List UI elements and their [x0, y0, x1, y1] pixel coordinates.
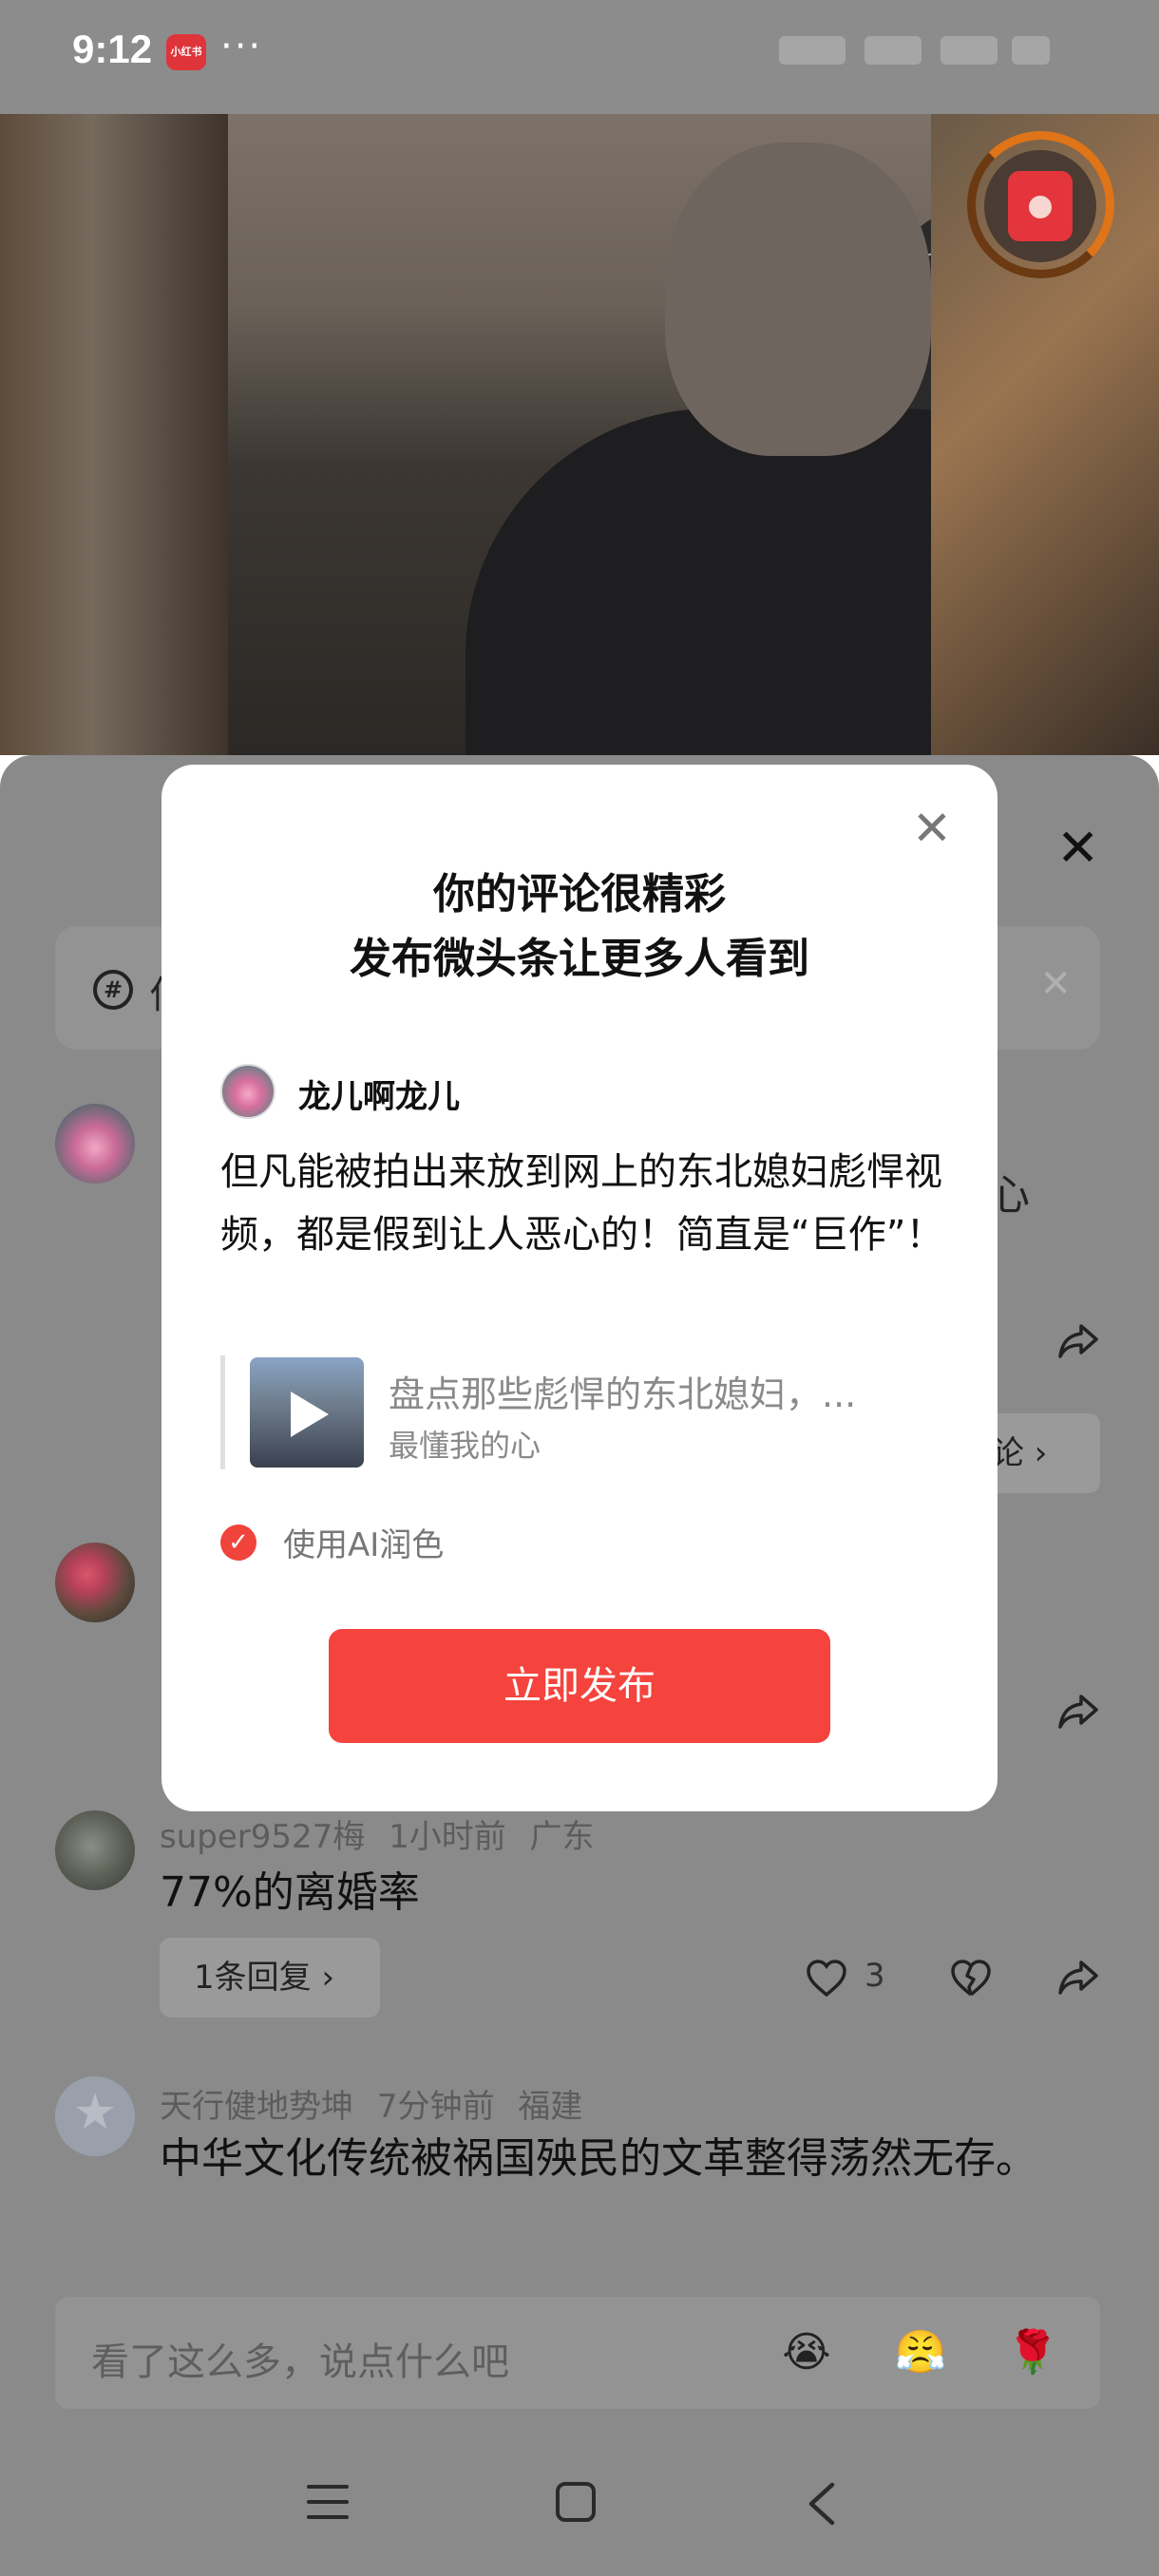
comment-meta: 天行健地势坤 7分钟前 福建	[160, 2080, 582, 2127]
rose-emoji-icon[interactable]: 🌹	[1001, 2321, 1064, 2384]
comment-location: 广东	[529, 1818, 595, 1856]
status-time: 9:12	[72, 27, 153, 71]
comment-username[interactable]: 天行健地势坤	[160, 2088, 353, 2126]
quoted-video[interactable]: 盘点那些彪悍的东北媳妇，... 最懂我的心	[220, 1355, 923, 1469]
crying-emoji-icon[interactable]: 😭	[775, 2321, 838, 2384]
publish-button[interactable]: 立即发布	[329, 1629, 830, 1743]
avatar[interactable]: ★	[55, 2076, 135, 2156]
avatar[interactable]	[55, 1810, 135, 1890]
comment-time: 1小时前	[389, 1818, 506, 1856]
ai-polish-label: 使用AI润色	[283, 1526, 445, 1564]
app-notification-icon: 小红书	[166, 34, 206, 70]
modal-username: 龙儿啊龙儿	[298, 1078, 460, 1116]
system-nav-bar	[0, 2432, 1159, 2576]
default-avatar-icon: ★	[72, 2084, 118, 2141]
angry-emoji-icon[interactable]: 😤	[889, 2321, 952, 2384]
comment-text: 77%的离婚率	[160, 1868, 420, 1917]
close-icon[interactable]: ✕	[1056, 823, 1099, 874]
status-indicators	[779, 27, 1064, 74]
modal-subtitle: 发布微头条让更多人看到	[350, 935, 809, 983]
share-icon[interactable]	[1056, 1693, 1100, 1731]
person-head	[665, 142, 931, 456]
video-thumbnail	[250, 1357, 364, 1468]
avatar[interactable]	[55, 1543, 135, 1622]
comment-username[interactable]: super9527梅	[160, 1818, 365, 1856]
publish-modal: ✕ 你的评论很精彩 发布微头条让更多人看到 龙儿啊龙儿 但凡能被拍出来放到网上的…	[162, 765, 998, 1811]
red-packet-icon[interactable]	[984, 150, 1096, 262]
quoted-video-title: 盘点那些彪悍的东北媳妇，...	[389, 1373, 857, 1415]
like-icon[interactable]	[806, 1959, 847, 1997]
menu-icon[interactable]	[306, 2481, 350, 2523]
video-frame: rtoFull	[228, 114, 1150, 755]
play-icon	[291, 1392, 329, 1437]
like-count: 3	[864, 1957, 885, 1995]
topic-close-icon[interactable]: ✕	[1039, 962, 1072, 1006]
user-avatar	[220, 1064, 276, 1119]
hashtag-icon: #	[93, 970, 133, 1010]
dislike-icon[interactable]	[950, 1959, 992, 1997]
modal-close-icon[interactable]: ✕	[912, 805, 952, 852]
share-icon[interactable]	[1056, 1959, 1100, 1997]
comment-time: 7分钟前	[376, 2088, 495, 2126]
video-side-left	[0, 114, 228, 755]
share-icon[interactable]	[1056, 1322, 1100, 1360]
reply-count-button[interactable]: 1条回复 ›	[160, 1938, 380, 2017]
comment-meta: super9527梅 1小时前 广东	[160, 1810, 595, 1857]
reply-count-label: 1条回复 ›	[194, 1959, 335, 1997]
status-bar: 9:12 小红书 ···	[0, 0, 1159, 114]
back-icon[interactable]	[804, 2481, 838, 2527]
comment-input[interactable]: 看了这么多，说点什么吧 😭 😤 🌹	[55, 2297, 1100, 2409]
ai-polish-checkbox[interactable]: ✓	[220, 1525, 256, 1561]
avatar[interactable]	[55, 1104, 135, 1184]
quoted-video-source: 最懂我的心	[389, 1428, 542, 1464]
modal-comment-text: 但凡能被拍出来放到网上的东北媳妇彪悍视频，都是假到让人恶心的！简直是“巨作”！	[220, 1150, 944, 1257]
comment-input-placeholder: 看了这么多，说点什么吧	[91, 2340, 509, 2384]
modal-title: 你的评论很精彩	[433, 870, 726, 919]
more-notifications-icon: ···	[220, 25, 263, 68]
comment-text: 中华文化传统被祸国殃民的文革整得荡然无存。	[160, 2134, 1037, 2183]
replies-pill-label: 论 ›	[992, 1434, 1048, 1472]
comment-location: 福建	[518, 2088, 583, 2126]
home-icon[interactable]	[555, 2481, 597, 2523]
